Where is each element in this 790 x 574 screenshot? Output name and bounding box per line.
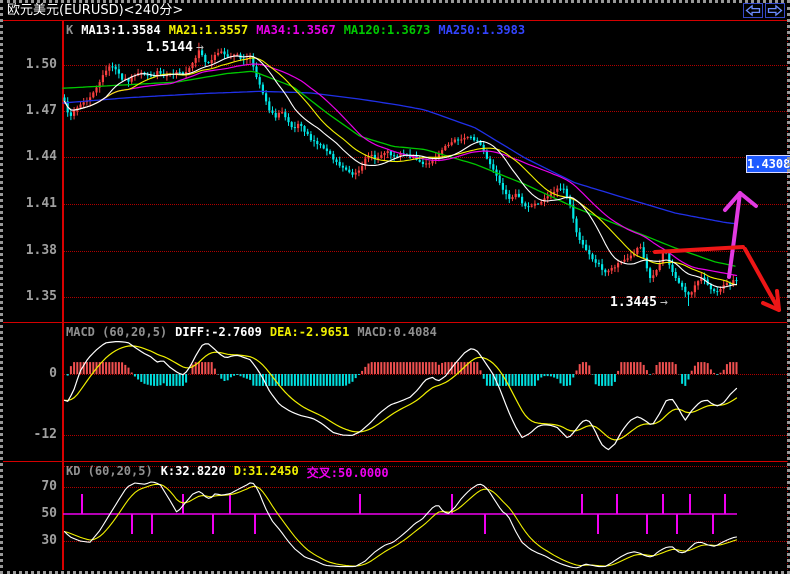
macd-chart[interactable] bbox=[0, 322, 790, 461]
arrow-left-icon bbox=[745, 4, 761, 17]
price-tick: 1.38 bbox=[25, 243, 57, 258]
macd-tick: 0 bbox=[49, 366, 57, 381]
kd-tick: 70 bbox=[41, 479, 57, 494]
main-chart[interactable] bbox=[0, 20, 790, 322]
price-tick: 1.35 bbox=[25, 289, 57, 304]
arrow-right-icon bbox=[767, 4, 783, 17]
arrow-right-icon: → bbox=[195, 40, 204, 55]
low-price-label: 1.3445 bbox=[610, 295, 657, 310]
peak-price-annotation: 1.5144 → bbox=[146, 40, 204, 55]
legend-ma21-value: MA21:1.3557 bbox=[168, 23, 249, 37]
kd-legend: KD (60,20,5) K:32.8220 D:31.2450 交叉:50.0… bbox=[66, 464, 389, 481]
peak-price-label: 1.5144 bbox=[146, 40, 193, 55]
price-tick: 1.44 bbox=[25, 149, 57, 164]
window-title: 欧元美元(EURUSD)<240分> bbox=[7, 3, 184, 18]
legend-k-label: K bbox=[66, 23, 74, 37]
kd-tick: 30 bbox=[41, 533, 57, 548]
legend-diff-value: DIFF:-2.7609 bbox=[175, 325, 262, 339]
legend-macd-params: MACD (60,20,5) bbox=[66, 325, 168, 339]
macd-tick: -12 bbox=[33, 427, 57, 442]
price-tick: 1.50 bbox=[25, 57, 57, 72]
low-price-annotation: 1.3445 → bbox=[610, 295, 668, 310]
legend-dvalue: D:31.2450 bbox=[233, 464, 299, 478]
main-legend: K MA13:1.3584 MA21:1.3557 MA34:1.3567 MA… bbox=[66, 23, 525, 37]
scroll-left-button[interactable] bbox=[743, 3, 763, 18]
scroll-right-button[interactable] bbox=[765, 3, 785, 18]
price-target-tag: 1.4308 bbox=[746, 155, 790, 173]
legend-ma250-value: MA250:1.3983 bbox=[438, 23, 526, 37]
legend-macd-value: MACD:0.4084 bbox=[357, 325, 437, 339]
legend-kd-params: KD (60,20,5) bbox=[66, 464, 153, 478]
price-tick: 1.47 bbox=[25, 103, 57, 118]
legend-dea-value: DEA:-2.9651 bbox=[269, 325, 350, 339]
legend-kvalue: K:32.8220 bbox=[160, 464, 226, 478]
macd-legend: MACD (60,20,5) DIFF:-2.7609 DEA:-2.9651 … bbox=[66, 325, 437, 339]
chart-nav-buttons bbox=[743, 3, 785, 18]
arrow-right-icon: → bbox=[659, 295, 668, 310]
legend-ma13-value: MA13:1.3584 bbox=[81, 23, 161, 37]
price-tick: 1.41 bbox=[25, 196, 57, 211]
legend-ma34-value: MA34:1.3567 bbox=[256, 23, 336, 37]
legend-cross-value: 交叉:50.0000 bbox=[306, 466, 389, 480]
legend-ma120-value: MA120:1.3673 bbox=[343, 23, 431, 37]
app-window: 欧元美元(EURUSD)<240分> 1.50 1.47 1.44 1.41 1… bbox=[0, 0, 790, 574]
kd-tick: 50 bbox=[41, 506, 57, 521]
